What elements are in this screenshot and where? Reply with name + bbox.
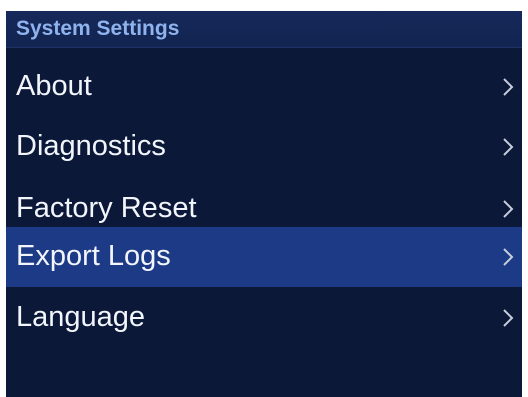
menu-item-label: Language — [16, 301, 146, 333]
menu-item-label: About — [16, 70, 92, 102]
chevron-right-icon — [499, 135, 517, 159]
chevron-right-icon — [499, 75, 517, 99]
menu-item-language[interactable]: Language — [6, 288, 522, 348]
header-bar: System Settings — [6, 11, 522, 48]
menu-item-label: Diagnostics — [16, 130, 166, 162]
menu-item-about[interactable]: About — [6, 57, 522, 117]
menu-item-label: Export Logs — [16, 240, 171, 272]
chevron-right-icon — [499, 197, 517, 221]
menu-item-diagnostics[interactable]: Diagnostics — [6, 117, 522, 177]
chevron-right-icon — [499, 245, 517, 269]
settings-screen: System Settings About Diagnostics Factor… — [6, 11, 522, 397]
menu-item-export-logs[interactable]: Export Logs — [6, 227, 522, 287]
page-title: System Settings — [16, 17, 180, 40]
chevron-right-icon — [499, 306, 517, 330]
